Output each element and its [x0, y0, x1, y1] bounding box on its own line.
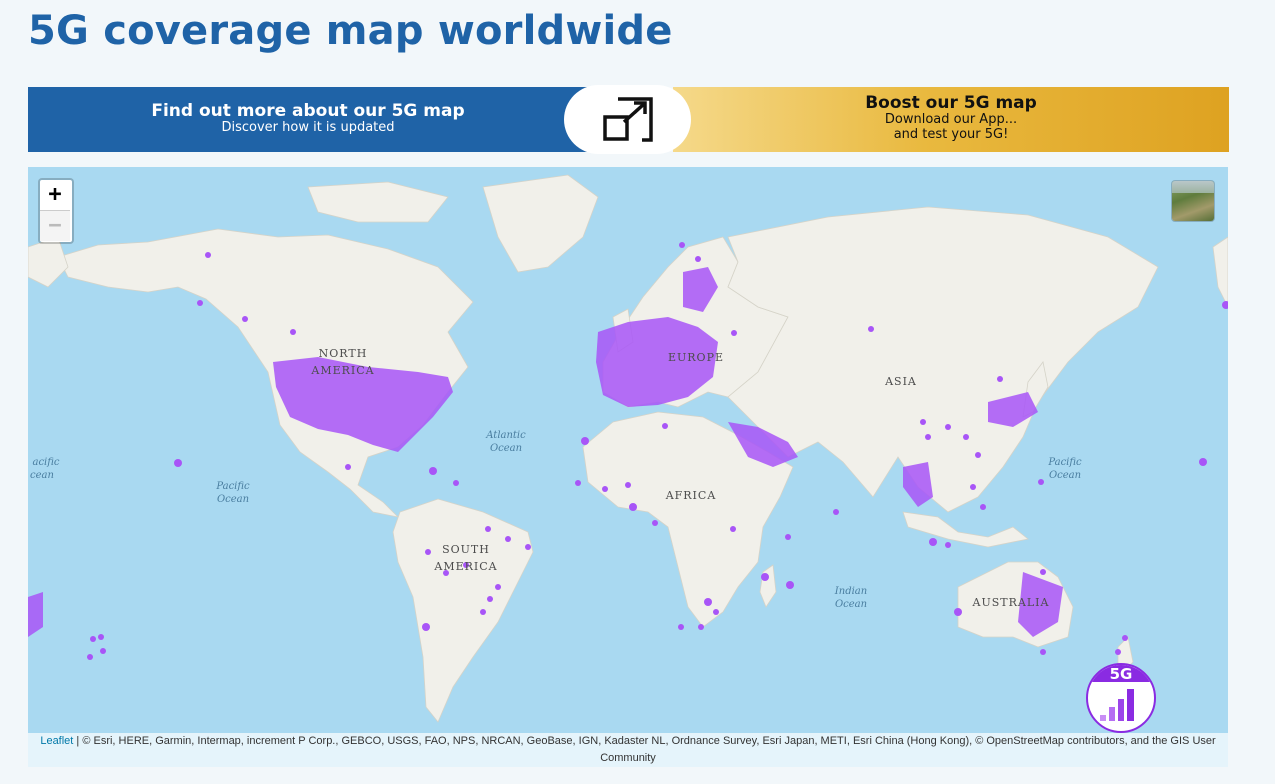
map-info-title: Find out more about our 5G map — [151, 101, 465, 121]
label-africa: AFRICA — [665, 489, 717, 502]
label-indian-1: Indian — [834, 586, 867, 597]
label-pacific-right-1: Pacific — [1047, 457, 1082, 468]
map-attribution: Leaflet | © Esri, HERE, Garmin, Intermap… — [28, 733, 1228, 767]
map-info-button[interactable]: Find out more about our 5G map Discover … — [28, 87, 588, 152]
label-australia: AUSTRALIA — [972, 596, 1050, 609]
boost-line-1: Download our App... — [884, 112, 1018, 127]
5g-badge: 5G — [1086, 663, 1156, 733]
label-pacific-right-2: Ocean — [1049, 470, 1081, 481]
coverage-map[interactable]: NORTH AMERICA EUROPE ASIA AFRICA SOUTH A… — [28, 167, 1228, 767]
zoom-in-button[interactable]: + — [40, 180, 70, 210]
label-pacific-left-1: Pacific — [215, 481, 250, 492]
expand-icon — [603, 97, 653, 142]
label-asia: ASIA — [884, 375, 917, 388]
boost-title: Boost our 5G map — [865, 93, 1037, 113]
label-south-america-1: SOUTH — [442, 543, 490, 556]
zoom-control: + − — [38, 178, 74, 244]
zoom-out-button[interactable]: − — [40, 210, 70, 241]
page-title: 5G coverage map worldwide — [28, 8, 673, 54]
label-north-america-2: AMERICA — [310, 364, 374, 377]
label-europe: EUROPE — [668, 351, 724, 364]
label-atlantic-2: Ocean — [490, 443, 522, 454]
attribution-text: | © Esri, HERE, Garmin, Intermap, increm… — [73, 735, 1216, 747]
boost-line-2: and test your 5G! — [893, 127, 1009, 142]
label-pacific-edge-1: acific — [32, 457, 59, 468]
fullscreen-button[interactable] — [564, 85, 691, 154]
satellite-layer-toggle[interactable] — [1172, 181, 1214, 221]
promo-banner: Find out more about our 5G map Discover … — [28, 85, 1229, 154]
label-north-america-1: NORTH — [319, 347, 368, 360]
label-south-america-2: AMERICA — [433, 560, 497, 573]
label-pacific-edge-2: cean — [30, 470, 54, 481]
label-atlantic-1: Atlantic — [485, 430, 526, 441]
map-info-subtitle: Discover how it is updated — [221, 120, 395, 135]
leaflet-link[interactable]: Leaflet — [40, 735, 73, 747]
signal-bars-icon — [1100, 689, 1134, 721]
download-app-button[interactable]: Boost our 5G map Download our App... and… — [673, 87, 1229, 152]
world-map: NORTH AMERICA EUROPE ASIA AFRICA SOUTH A… — [28, 167, 1228, 767]
label-indian-2: Ocean — [835, 599, 867, 610]
label-pacific-left-2: Ocean — [217, 494, 249, 505]
attribution-text-2: Community — [600, 752, 656, 764]
